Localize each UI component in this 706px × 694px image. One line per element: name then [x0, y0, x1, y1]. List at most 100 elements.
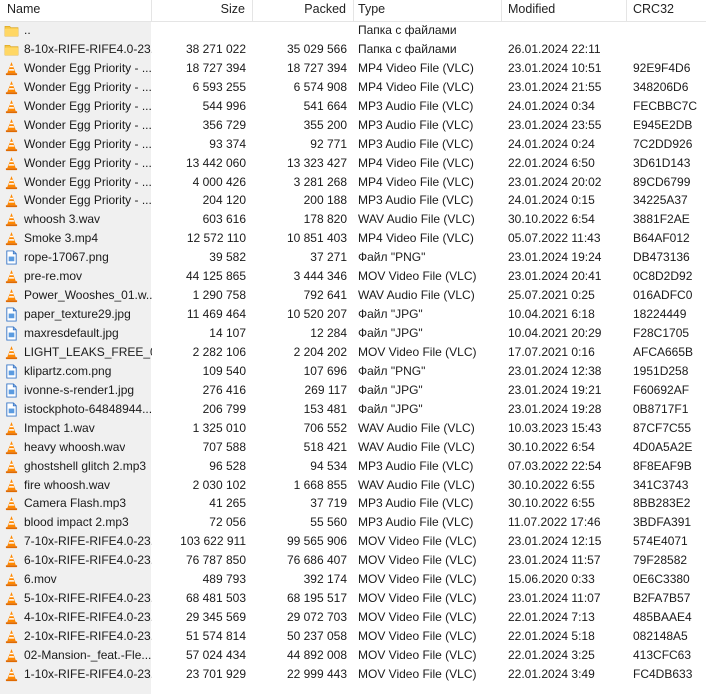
file-row[interactable]: heavy whoosh.wav 707 588 518 421 WAV Audio … — [0, 438, 706, 457]
file-row[interactable]: 5-10x-RIFE-RIFE4.0-23... 68 481 503 68 195… — [0, 589, 706, 608]
file-name-cell[interactable]: 1-10x-RIFE-RIFE4.0-23... — [4, 665, 152, 684]
file-name-cell[interactable]: rope-17067.png — [4, 248, 152, 267]
file-crc32: 4D0A5A2E — [633, 439, 693, 454]
file-name-cell[interactable]: ivonne-s-render1.jpg — [4, 381, 152, 400]
file-name-cell[interactable]: Wonder Egg Priority - ... — [4, 59, 152, 78]
file-name-cell[interactable]: Power_Wooshes_01.w... — [4, 286, 152, 305]
file-row[interactable]: klipartz.com.png 109 540 107 696 Файл "PNG"… — [0, 362, 706, 381]
file-size: 489 793 — [202, 572, 246, 587]
column-header-modified[interactable]: Modified — [502, 0, 627, 21]
file-modified: 22.01.2024 3:49 — [508, 666, 595, 681]
file-row[interactable]: istockphoto-64848944... 206 799 153 481 Фай… — [0, 400, 706, 419]
file-packed-size: 178 820 — [303, 212, 347, 227]
file-name-cell[interactable]: Wonder Egg Priority - ... — [4, 78, 152, 97]
file-row[interactable]: pre-re.mov 44 125 865 3 444 346 MOV Video F… — [0, 267, 706, 286]
file-row[interactable]: Wonder Egg Priority - ... 4 000 426 3 281 … — [0, 173, 706, 192]
file-packed-size: 44 892 008 — [286, 647, 347, 662]
file-name-cell[interactable]: 2-10x-RIFE-RIFE4.0-23... — [4, 627, 152, 646]
file-name-cell[interactable]: heavy whoosh.wav — [4, 438, 152, 457]
file-row[interactable]: 4-10x-RIFE-RIFE4.0-23... 29 345 569 29 072… — [0, 608, 706, 627]
file-row[interactable]: 2-10x-RIFE-RIFE4.0-23... 51 574 814 50 237… — [0, 627, 706, 646]
file-row[interactable]: Wonder Egg Priority - ... 6 593 255 6 574 … — [0, 78, 706, 97]
vlc-icon — [4, 99, 19, 114]
file-type: Файл "JPG" — [358, 382, 423, 397]
file-row[interactable]: Wonder Egg Priority - ... 356 729 355 200 M… — [0, 116, 706, 135]
file-row[interactable]: Wonder Egg Priority - ... 13 442 060 13 32… — [0, 154, 706, 173]
file-name-cell[interactable]: istockphoto-64848944... — [4, 400, 152, 419]
file-row[interactable]: whoosh 3.wav 603 616 178 820 WAV Audio File… — [0, 210, 706, 229]
file-packed-size: 1 668 855 — [293, 477, 347, 492]
file-name: ivonne-s-render1.jpg — [24, 382, 135, 397]
file-row[interactable]: paper_texture29.jpg 11 469 464 10 520 207 Ф… — [0, 305, 706, 324]
column-header-packed[interactable]: Packed — [253, 0, 354, 21]
file-modified: 24.01.2024 0:34 — [508, 98, 595, 113]
file-name-cell[interactable]: Smoke 3.mp4 — [4, 229, 152, 248]
file-name-cell[interactable]: 8-10x-RIFE-RIFE4.0-23... — [4, 40, 152, 59]
file-row[interactable]: rope-17067.png 39 582 37 271 Файл "PNG" 23.0… — [0, 248, 706, 267]
vlc-icon — [4, 80, 19, 95]
file-name-cell[interactable]: whoosh 3.wav — [4, 210, 152, 229]
file-row[interactable]: fire whoosh.wav 2 030 102 1 668 855 WAV Aud… — [0, 476, 706, 495]
file-row[interactable]: 7-10x-RIFE-RIFE4.0-23... 103 622 911 99 56… — [0, 532, 706, 551]
file-name-cell[interactable]: Wonder Egg Priority - ... — [4, 154, 152, 173]
file-row[interactable]: Camera Flash.mp3 41 265 37 719 MP3 Audio Fi… — [0, 494, 706, 513]
file-row[interactable]: 02-Mansion-_feat.-Fle... 57 024 434 44 892… — [0, 646, 706, 665]
file-name-cell[interactable]: Wonder Egg Priority - ... — [4, 191, 152, 210]
file-packed-size: 355 200 — [303, 117, 347, 132]
file-size: 1 325 010 — [192, 420, 246, 435]
file-name-cell[interactable]: paper_texture29.jpg — [4, 305, 152, 324]
file-row[interactable]: Smoke 3.mp4 12 572 110 10 851 403 MP4 Video… — [0, 229, 706, 248]
column-header-crc32[interactable]: CRC32 — [627, 0, 706, 21]
file-name-cell[interactable]: 5-10x-RIFE-RIFE4.0-23... — [4, 589, 152, 608]
file-crc32: 92E9F4D6 — [633, 60, 691, 75]
file-row[interactable]: Wonder Egg Priority - ... 544 996 541 664 M… — [0, 97, 706, 116]
file-name-cell[interactable]: Wonder Egg Priority - ... — [4, 116, 152, 135]
file-name-cell[interactable]: Wonder Egg Priority - ... — [4, 173, 152, 192]
file-name-cell[interactable]: blood impact 2.mp3 — [4, 513, 152, 532]
file-name-cell[interactable]: fire whoosh.wav — [4, 476, 152, 495]
vlc-icon — [4, 459, 19, 474]
file-name-cell[interactable]: 6.mov — [4, 570, 152, 589]
file-row[interactable]: 1-10x-RIFE-RIFE4.0-23... 23 701 929 22 999… — [0, 665, 706, 684]
file-name-cell[interactable]: Wonder Egg Priority - ... — [4, 135, 152, 154]
file-modified: 30.10.2022 6:54 — [508, 212, 595, 227]
file-row[interactable]: ivonne-s-render1.jpg 276 416 269 117 Файл "… — [0, 381, 706, 400]
file-name-cell[interactable]: 02-Mansion-_feat.-Fle... — [4, 646, 152, 665]
column-header-size[interactable]: Size — [152, 0, 253, 21]
file-row[interactable]: Wonder Egg Priority - ... 93 374 92 771 MP3… — [0, 135, 706, 154]
vlc-icon — [4, 629, 19, 644]
file-name-cell[interactable]: maxresdefault.jpg — [4, 324, 152, 343]
file-row[interactable]: 8-10x-RIFE-RIFE4.0-23... 38 271 022 35 029… — [0, 40, 706, 59]
file-name-cell[interactable]: Wonder Egg Priority - ... — [4, 97, 152, 116]
file-row[interactable]: ghostshell glitch 2.mp3 96 528 94 534 MP3 A… — [0, 457, 706, 476]
file-name-cell[interactable]: Impact 1.wav — [4, 419, 152, 438]
file-modified: 15.06.2020 0:33 — [508, 572, 595, 587]
vlc-icon — [4, 478, 19, 493]
file-row[interactable]: Impact 1.wav 1 325 010 706 552 WAV Audio Fi… — [0, 419, 706, 438]
file-name-cell[interactable]: klipartz.com.png — [4, 362, 152, 381]
file-row[interactable]: 6-10x-RIFE-RIFE4.0-23... 76 787 850 76 686… — [0, 551, 706, 570]
file-row[interactable]: .. Папка с файлами — [0, 21, 706, 40]
file-name-cell[interactable]: 6-10x-RIFE-RIFE4.0-23... — [4, 551, 152, 570]
file-name-cell[interactable]: 4-10x-RIFE-RIFE4.0-23... — [4, 608, 152, 627]
file-row[interactable]: Wonder Egg Priority - ... 204 120 200 188 M… — [0, 191, 706, 210]
file-name-cell[interactable]: ghostshell glitch 2.mp3 — [4, 457, 152, 476]
file-name-cell[interactable]: .. — [4, 21, 152, 40]
column-header-type[interactable]: Type — [354, 0, 502, 21]
file-name-cell[interactable]: pre-re.mov — [4, 267, 152, 286]
file-row[interactable]: Wonder Egg Priority - ... 18 727 394 18 72… — [0, 59, 706, 78]
file-name-cell[interactable]: LIGHT_LEAKS_FREE_02... — [4, 343, 152, 362]
file-name: 8-10x-RIFE-RIFE4.0-23... — [24, 41, 152, 56]
file-modified: 23.01.2024 19:28 — [508, 401, 602, 416]
column-header-name[interactable]: Name — [0, 0, 152, 21]
file-modified: 22.01.2024 5:18 — [508, 629, 595, 643]
file-row[interactable]: maxresdefault.jpg 14 107 12 284 Файл "JPG" 1… — [0, 324, 706, 343]
file-name: Camera Flash.mp3 — [24, 496, 127, 511]
file-row[interactable]: 6.mov 489 793 392 174 MOV Video File (VLC) 1… — [0, 570, 706, 589]
file-row[interactable]: blood impact 2.mp3 72 056 55 560 MP3 Audio … — [0, 513, 706, 532]
file-name-cell[interactable]: Camera Flash.mp3 — [4, 494, 152, 513]
file-name: pre-re.mov — [24, 269, 83, 284]
file-row[interactable]: Power_Wooshes_01.w... 1 290 758 792 641 WAV… — [0, 286, 706, 305]
file-name-cell[interactable]: 7-10x-RIFE-RIFE4.0-23... — [4, 532, 152, 551]
file-row[interactable]: LIGHT_LEAKS_FREE_02... 2 282 106 2 204 202… — [0, 343, 706, 362]
